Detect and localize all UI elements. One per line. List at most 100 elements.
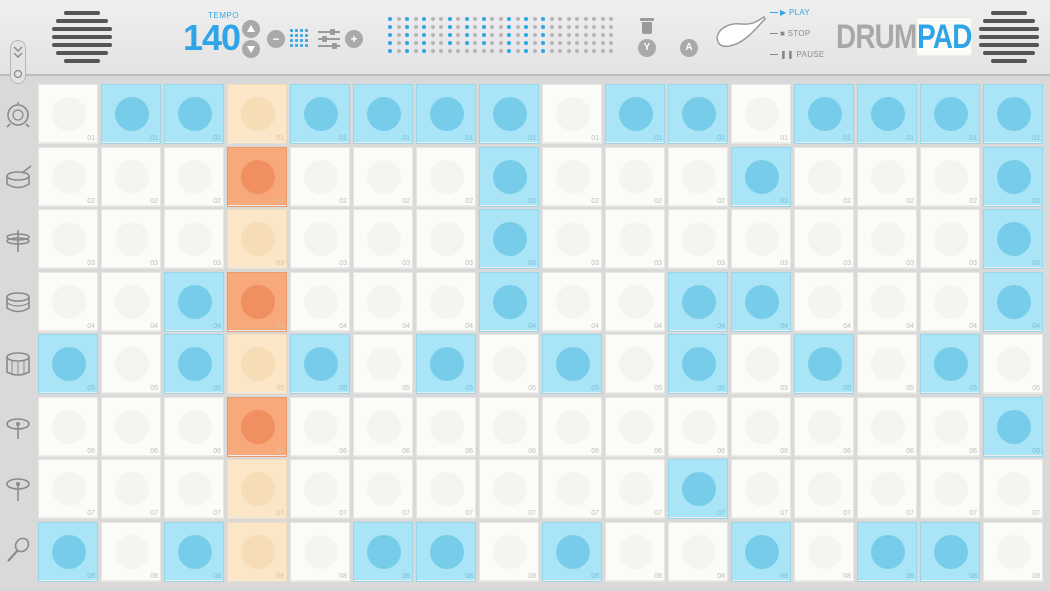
pad-r2-s11[interactable]: 02	[668, 146, 728, 207]
pad-r8-s7[interactable]: 08	[416, 521, 476, 582]
pad-r2-s4[interactable]: 02	[227, 146, 287, 207]
pad-r1-s16[interactable]: 01	[983, 84, 1043, 144]
floor-tom-icon[interactable]	[4, 350, 32, 378]
ride-cymbal-icon[interactable]	[4, 474, 32, 502]
pad-r3-s1[interactable]: 03	[38, 209, 98, 269]
pad-r3-s13[interactable]: 03	[794, 209, 854, 269]
pad-r4-s16[interactable]: 04	[983, 271, 1043, 332]
sidebar-collapse-tab[interactable]	[10, 40, 26, 84]
pad-r1-s12[interactable]: 01	[731, 84, 791, 144]
pad-r3-s9[interactable]: 03	[542, 209, 602, 269]
plus-button[interactable]: +	[345, 30, 363, 48]
crash-cymbal-icon[interactable]	[4, 412, 32, 440]
pad-r1-s4[interactable]: 01	[227, 84, 287, 144]
pad-r2-s14[interactable]: 02	[857, 146, 917, 207]
pad-r2-s15[interactable]: 02	[920, 146, 980, 207]
pad-r5-s11[interactable]: 05	[668, 334, 728, 394]
pad-r7-s15[interactable]: 07	[920, 459, 980, 519]
pad-r4-s7[interactable]: 04	[416, 271, 476, 332]
pad-r5-s2[interactable]: 05	[101, 334, 161, 394]
tempo-up-button[interactable]	[242, 20, 260, 38]
hi-hat-icon[interactable]	[4, 226, 32, 254]
pad-r4-s8[interactable]: 04	[479, 271, 539, 332]
pad-r6-s7[interactable]: 06	[416, 396, 476, 457]
pad-r4-s2[interactable]: 04	[101, 271, 161, 332]
pad-r6-s4[interactable]: 06	[227, 396, 287, 457]
pad-r2-s7[interactable]: 02	[416, 146, 476, 207]
pad-r7-s5[interactable]: 07	[290, 459, 350, 519]
pad-r4-s10[interactable]: 04	[605, 271, 665, 332]
pad-r3-s5[interactable]: 03	[290, 209, 350, 269]
pad-r7-s12[interactable]: 07	[731, 459, 791, 519]
pad-r5-s13[interactable]: 05	[794, 334, 854, 394]
pad-r3-s15[interactable]: 03	[920, 209, 980, 269]
pad-r5-s1[interactable]: 05	[38, 334, 98, 394]
snare-drum-icon[interactable]	[4, 164, 32, 192]
pad-r5-s9[interactable]: 05	[542, 334, 602, 394]
pad-r6-s1[interactable]: 06	[38, 396, 98, 457]
pad-r2-s3[interactable]: 02	[164, 146, 224, 207]
minus-button[interactable]: −	[267, 30, 285, 48]
pad-r8-s4[interactable]: 08	[227, 521, 287, 582]
pad-r1-s11[interactable]: 01	[668, 84, 728, 144]
pad-r5-s16[interactable]: 05	[983, 334, 1043, 394]
pad-r7-s6[interactable]: 07	[353, 459, 413, 519]
pad-r2-s2[interactable]: 02	[101, 146, 161, 207]
pad-r6-s14[interactable]: 06	[857, 396, 917, 457]
pad-r4-s11[interactable]: 04	[668, 271, 728, 332]
pad-r5-s5[interactable]: 05	[290, 334, 350, 394]
pad-r8-s2[interactable]: 08	[101, 521, 161, 582]
pad-r1-s10[interactable]: 01	[605, 84, 665, 144]
pad-r6-s2[interactable]: 06	[101, 396, 161, 457]
pad-r1-s7[interactable]: 01	[416, 84, 476, 144]
pad-r4-s3[interactable]: 04	[164, 271, 224, 332]
pad-r2-s9[interactable]: 02	[542, 146, 602, 207]
mixer-sliders-icon[interactable]	[318, 28, 340, 49]
pad-r5-s14[interactable]: 05	[857, 334, 917, 394]
pad-r8-s11[interactable]: 08	[668, 521, 728, 582]
pause-option[interactable]: ❚❚ PAUSE	[770, 50, 825, 59]
pad-r2-s1[interactable]: 02	[38, 146, 98, 207]
tom-drum-icon[interactable]	[4, 288, 32, 316]
pad-r4-s1[interactable]: 04	[38, 271, 98, 332]
y-button[interactable]: Y	[638, 39, 656, 57]
pad-r1-s14[interactable]: 01	[857, 84, 917, 144]
pad-r8-s5[interactable]: 08	[290, 521, 350, 582]
pad-r6-s13[interactable]: 06	[794, 396, 854, 457]
pad-r7-s3[interactable]: 07	[164, 459, 224, 519]
pad-r8-s1[interactable]: 08	[38, 521, 98, 582]
tempo-down-button[interactable]	[242, 40, 260, 58]
pad-r6-s9[interactable]: 06	[542, 396, 602, 457]
pad-r5-s4[interactable]: 05	[227, 334, 287, 394]
pad-r7-s4[interactable]: 07	[227, 459, 287, 519]
pad-r5-s6[interactable]: 05	[353, 334, 413, 394]
pad-r3-s6[interactable]: 03	[353, 209, 413, 269]
pad-r7-s16[interactable]: 07	[983, 459, 1043, 519]
pad-r4-s4[interactable]: 04	[227, 271, 287, 332]
pad-r1-s2[interactable]: 01	[101, 84, 161, 144]
pad-r3-s10[interactable]: 03	[605, 209, 665, 269]
stop-option[interactable]: ■ STOP	[770, 29, 811, 38]
pad-r6-s10[interactable]: 06	[605, 396, 665, 457]
pad-r7-s2[interactable]: 07	[101, 459, 161, 519]
pad-r7-s9[interactable]: 07	[542, 459, 602, 519]
pattern-grid-icon[interactable]	[290, 29, 308, 47]
pad-r5-s8[interactable]: 05	[479, 334, 539, 394]
pad-r6-s8[interactable]: 06	[479, 396, 539, 457]
pad-r3-s11[interactable]: 03	[668, 209, 728, 269]
pad-r2-s16[interactable]: 02	[983, 146, 1043, 207]
pad-r1-s9[interactable]: 01	[542, 84, 602, 144]
play-option[interactable]: ▶ PLAY	[770, 8, 810, 17]
pad-r8-s14[interactable]: 08	[857, 521, 917, 582]
pad-r3-s7[interactable]: 03	[416, 209, 476, 269]
pad-r8-s6[interactable]: 08	[353, 521, 413, 582]
pad-r4-s13[interactable]: 04	[794, 271, 854, 332]
pad-r7-s11[interactable]: 07	[668, 459, 728, 519]
pad-r8-s16[interactable]: 08	[983, 521, 1043, 582]
pad-r3-s4[interactable]: 03	[227, 209, 287, 269]
pad-r8-s8[interactable]: 08	[479, 521, 539, 582]
pad-r7-s8[interactable]: 07	[479, 459, 539, 519]
pad-r8-s15[interactable]: 08	[920, 521, 980, 582]
pad-r5-s15[interactable]: 05	[920, 334, 980, 394]
pad-r2-s5[interactable]: 02	[290, 146, 350, 207]
